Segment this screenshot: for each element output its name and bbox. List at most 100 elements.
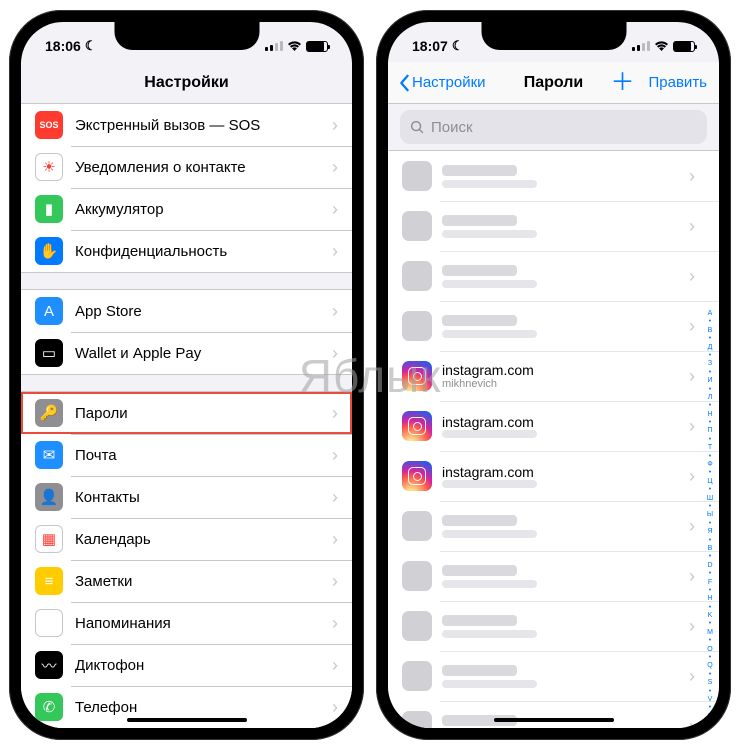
password-row[interactable]: instagram.commikhnevich› — [388, 351, 719, 401]
index-letter[interactable]: Q — [703, 662, 717, 670]
index-letter[interactable]: • — [703, 419, 717, 427]
index-letter[interactable]: Л — [703, 394, 717, 402]
settings-row-exposure-notifications[interactable]: ☀Уведомления о контакте› — [21, 146, 352, 188]
edit-button[interactable]: Править — [649, 74, 708, 92]
index-letter[interactable]: V — [703, 696, 717, 704]
index-letter[interactable]: А — [703, 310, 717, 318]
index-letter[interactable]: • — [703, 637, 717, 645]
settings-row-app-store[interactable]: AApp Store› — [21, 290, 352, 332]
index-letter[interactable]: Ц — [703, 478, 717, 486]
index-letter[interactable]: И — [703, 377, 717, 385]
index-letter[interactable]: • — [703, 688, 717, 696]
index-letter[interactable]: O — [703, 646, 717, 654]
index-letter[interactable]: • — [703, 402, 717, 410]
password-row[interactable]: › — [388, 201, 719, 251]
nav-title: Пароли — [524, 74, 584, 92]
passwords-content[interactable]: ››››instagram.commikhnevich›instagram.co… — [388, 150, 719, 728]
index-letter[interactable]: • — [703, 553, 717, 561]
password-row[interactable]: › — [388, 551, 719, 601]
index-letter[interactable]: Д — [703, 344, 717, 352]
index-letter[interactable]: • — [703, 386, 717, 394]
index-letter[interactable]: • — [703, 318, 717, 326]
index-letter[interactable]: K — [703, 612, 717, 620]
password-row[interactable]: › — [388, 651, 719, 701]
back-button[interactable]: Настройки — [398, 74, 486, 92]
chevron-right-icon: › — [332, 343, 338, 364]
index-letter[interactable]: • — [703, 604, 717, 612]
index-letter[interactable]: • — [703, 520, 717, 528]
chevron-right-icon: › — [332, 301, 338, 322]
index-letter[interactable]: • — [703, 469, 717, 477]
index-letter[interactable]: • — [703, 453, 717, 461]
settings-row-contacts[interactable]: 👤Контакты› — [21, 476, 352, 518]
password-row[interactable]: instagram.com› — [388, 401, 719, 451]
password-row[interactable]: › — [388, 601, 719, 651]
wifi-icon — [654, 39, 669, 54]
battery-icon — [673, 41, 695, 52]
site-icon — [402, 561, 432, 591]
settings-row-emergency-sos[interactable]: SOSЭкстренный вызов — SOS› — [21, 104, 352, 146]
index-letter[interactable]: Т — [703, 444, 717, 452]
index-letter[interactable]: F — [703, 579, 717, 587]
index-letter[interactable]: • — [703, 570, 717, 578]
index-letter[interactable]: • — [703, 721, 717, 728]
index-letter[interactable]: H — [703, 595, 717, 603]
index-letter[interactable]: S — [703, 679, 717, 687]
home-indicator[interactable] — [494, 718, 614, 722]
index-letter[interactable]: В — [703, 327, 717, 335]
password-domain — [442, 615, 517, 626]
row-label: Уведомления о контакте — [75, 159, 332, 176]
home-indicator[interactable] — [127, 718, 247, 722]
index-letter[interactable]: Ф — [703, 461, 717, 469]
settings-list[interactable]: SOSЭкстренный вызов — SOS›☀Уведомления о… — [21, 104, 352, 728]
password-row[interactable]: › — [388, 301, 719, 351]
settings-row-calendar[interactable]: ▦Календарь› — [21, 518, 352, 560]
row-label: Wallet и Apple Pay — [75, 345, 332, 362]
settings-row-reminders[interactable]: ⋮Напоминания› — [21, 602, 352, 644]
password-row[interactable]: instagram.com› — [388, 451, 719, 501]
index-letter[interactable]: • — [703, 620, 717, 628]
notes-icon: ≡ — [35, 567, 63, 595]
index-letter[interactable]: • — [703, 335, 717, 343]
settings-row-voice-memos[interactable]: 〰Диктофон› — [21, 644, 352, 686]
index-letter[interactable]: Ы — [703, 511, 717, 519]
settings-row-wallet[interactable]: ▭Wallet и Apple Pay› — [21, 332, 352, 374]
index-letter[interactable]: • — [703, 671, 717, 679]
index-letter[interactable]: • — [703, 503, 717, 511]
index-letter[interactable]: B — [703, 545, 717, 553]
wifi-icon — [287, 39, 302, 54]
index-letter[interactable]: D — [703, 562, 717, 570]
index-letter[interactable]: • — [703, 704, 717, 712]
password-row[interactable]: › — [388, 251, 719, 301]
index-letter[interactable]: • — [703, 537, 717, 545]
settings-row-passwords[interactable]: 🔑Пароли› — [21, 392, 352, 434]
index-letter[interactable]: X — [703, 713, 717, 721]
index-letter[interactable]: Я — [703, 528, 717, 536]
index-letter[interactable]: • — [703, 369, 717, 377]
settings-row-notes[interactable]: ≡Заметки› — [21, 560, 352, 602]
password-user: mikhnevich — [442, 378, 689, 390]
index-letter[interactable]: • — [703, 352, 717, 360]
index-bar[interactable]: А•В•Д•З•И•Л•Н•П•Т•Ф•Ц•Ш•Ы•Я•B•D•F•H•K•M•… — [703, 310, 717, 708]
index-letter[interactable]: З — [703, 360, 717, 368]
settings-row-battery[interactable]: ▮Аккумулятор› — [21, 188, 352, 230]
row-label: Телефон — [75, 699, 332, 716]
instagram-icon — [402, 411, 432, 441]
index-letter[interactable]: П — [703, 427, 717, 435]
password-domain: instagram.com — [442, 464, 689, 480]
index-letter[interactable]: • — [703, 587, 717, 595]
site-icon — [402, 511, 432, 541]
index-letter[interactable]: • — [703, 436, 717, 444]
password-row[interactable]: › — [388, 501, 719, 551]
search-input[interactable]: Поиск — [400, 110, 707, 144]
index-letter[interactable]: M — [703, 629, 717, 637]
password-row[interactable]: › — [388, 151, 719, 201]
password-row[interactable]: › — [388, 701, 719, 728]
settings-row-mail[interactable]: ✉Почта› — [21, 434, 352, 476]
index-letter[interactable]: • — [703, 486, 717, 494]
settings-row-privacy[interactable]: ✋Конфиденциальность› — [21, 230, 352, 272]
index-letter[interactable]: Н — [703, 411, 717, 419]
add-button[interactable]: ＋ — [611, 74, 635, 92]
index-letter[interactable]: Ш — [703, 495, 717, 503]
index-letter[interactable]: • — [703, 654, 717, 662]
